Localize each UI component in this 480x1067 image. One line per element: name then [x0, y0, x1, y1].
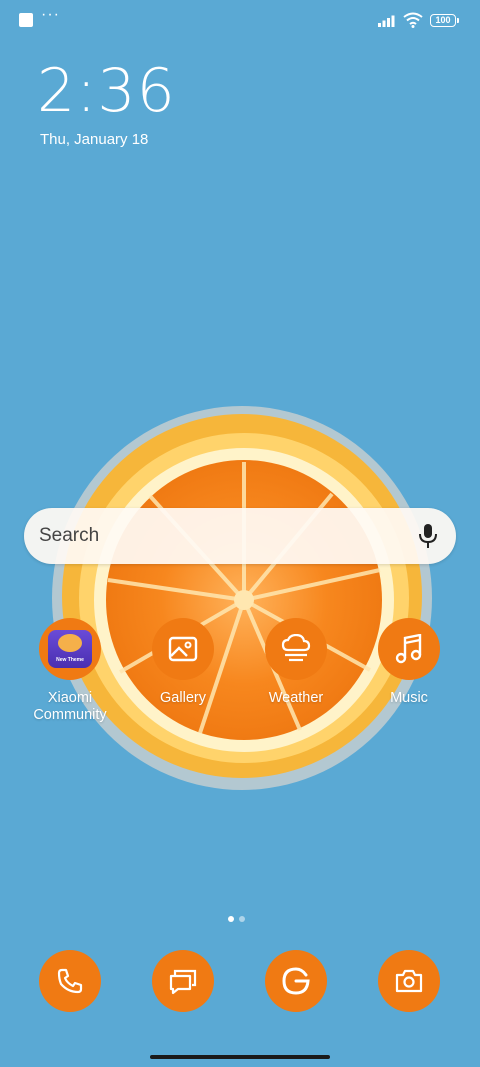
- app-weather[interactable]: Weather: [240, 618, 352, 707]
- clock-time[interactable]: 2:36: [37, 56, 176, 126]
- gallery-icon[interactable]: [152, 618, 214, 680]
- app-xiaomi-community[interactable]: New Theme Xiaomi Community: [14, 618, 126, 724]
- signal-icon: [378, 15, 395, 27]
- search-placeholder: Search: [39, 525, 100, 546]
- search-bar[interactable]: Search: [24, 508, 456, 564]
- dock-camera[interactable]: [378, 950, 440, 1012]
- app-label-gallery: Gallery: [160, 690, 206, 706]
- app-music[interactable]: Music: [353, 618, 465, 707]
- home-screen: ··· 100 2:36 Thu, January 18 Search New …: [0, 0, 480, 1067]
- dock-google[interactable]: [265, 950, 327, 1012]
- more-notifications-icon: ···: [41, 6, 60, 23]
- wifi-icon: [403, 12, 423, 28]
- page-dot-inactive: [239, 916, 245, 922]
- dock-messages[interactable]: [152, 950, 214, 1012]
- app-gallery[interactable]: Gallery: [127, 618, 239, 707]
- app-label-line1: Xiaomi: [47, 690, 93, 706]
- google-icon: [282, 967, 310, 995]
- app-label-music: Music: [390, 690, 428, 706]
- clock-date[interactable]: Thu, January 18: [40, 131, 148, 148]
- page-dot-active: [228, 916, 234, 922]
- microphone-icon[interactable]: [417, 523, 439, 549]
- messages-icon: [169, 969, 197, 995]
- dock-phone[interactable]: [39, 950, 101, 1012]
- weather-icon[interactable]: [265, 618, 327, 680]
- page-indicator: [228, 909, 250, 927]
- xiaomi-community-icon[interactable]: New Theme: [39, 618, 101, 680]
- app-label-xiaomi-community: Xiaomi Community: [14, 690, 126, 724]
- home-gesture-bar[interactable]: [150, 1055, 330, 1059]
- app-label-line2: Community: [33, 707, 107, 723]
- app-label-weather: Weather: [268, 690, 324, 706]
- camera-icon: [395, 969, 423, 993]
- xiaomi-badge-text: New Theme: [56, 657, 84, 663]
- phone-icon: [57, 968, 83, 994]
- status-bar: ··· 100: [0, 0, 480, 40]
- music-icon[interactable]: [378, 618, 440, 680]
- notification-square-icon: [19, 13, 33, 27]
- battery-icon: 100: [430, 14, 459, 27]
